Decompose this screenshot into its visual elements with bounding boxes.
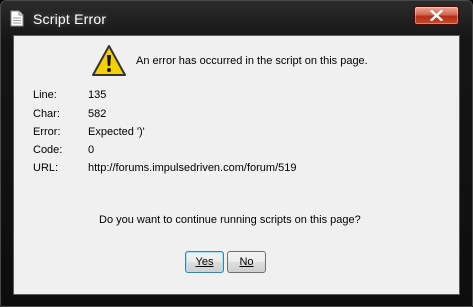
close-button[interactable] xyxy=(414,6,459,25)
detail-value: Expected ')' xyxy=(88,126,145,138)
detail-value: 582 xyxy=(88,108,107,120)
title-bar[interactable]: Script Error xyxy=(1,1,472,35)
no-button-label: No xyxy=(239,256,254,268)
script-error-window: Script Error An error has occurred in th… xyxy=(0,0,473,307)
no-button[interactable]: No xyxy=(227,251,266,273)
warning-icon xyxy=(91,44,127,78)
detail-value: 0 xyxy=(88,144,95,156)
detail-label: Char: xyxy=(33,108,60,120)
document-icon xyxy=(10,10,24,27)
yes-button[interactable]: Yes xyxy=(185,251,224,273)
detail-label: Error: xyxy=(33,126,61,138)
detail-label: URL: xyxy=(33,162,59,174)
continue-question: Do you want to continue running scripts … xyxy=(99,214,361,226)
yes-button-label: Yes xyxy=(195,256,214,268)
window-title: Script Error xyxy=(33,11,107,27)
dialog-body: An error has occurred in the script on t… xyxy=(13,35,460,295)
detail-label: Line: xyxy=(33,89,57,101)
detail-value: 135 xyxy=(88,89,107,101)
error-message: An error has occurred in the script on t… xyxy=(136,55,368,67)
detail-value: http://forums.impulsedriven.com/forum/51… xyxy=(88,162,297,174)
detail-label: Code: xyxy=(33,144,63,156)
